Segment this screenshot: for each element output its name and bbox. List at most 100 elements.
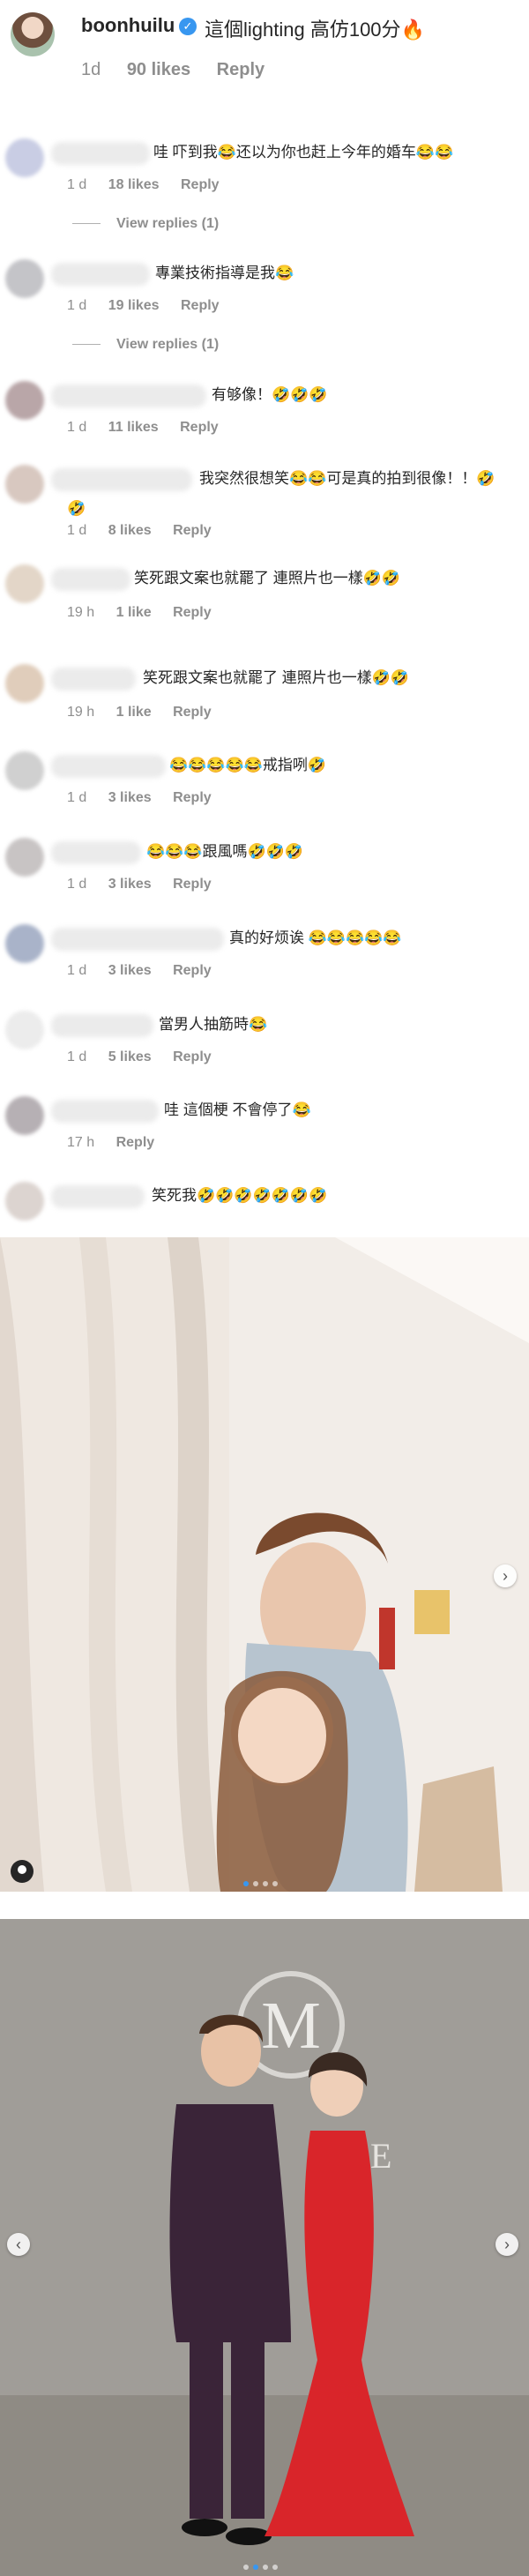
comment-meta: 1 d 8 likes Reply [67,523,229,539]
blurred-username [51,568,130,591]
comment-row: 笑死跟文案也就罷了 連照片也一樣🤣🤣 19 h 1 like Reply [0,664,529,728]
comment-meta: 1 d 19 likes Reply [67,298,237,314]
comment-text: 笑死跟文案也就罷了 連照片也一樣🤣🤣 [134,570,401,586]
comment-row: 笑死跟文案也就罷了 連照片也一樣🤣🤣 19 h 1 like Reply [0,564,529,628]
avatar[interactable] [5,838,44,877]
comment-text: 😂😂😂😂😂戒指咧🤣 [169,757,327,773]
blurred-username [51,755,166,778]
logo-letter-m: M [261,1989,321,2063]
comment-text: 😂😂😂跟風嗎🤣🤣🤣 [146,843,304,860]
reply-button[interactable]: Reply [217,60,264,79]
chevron-right-icon[interactable]: › [495,2233,518,2256]
avatar[interactable] [5,1182,44,1221]
comment-text: 有够像！🤣🤣🤣 [212,386,328,403]
reply-button[interactable]: Reply [181,177,220,192]
comment-row: 我突然很想笑😂😂可是真的拍到很像！！🤣 🤣 1 d 8 likes Reply [0,465,529,544]
blurred-username [51,668,136,691]
comment-row: 😂😂😂😂😂戒指咧🤣 1 d 3 likes Reply [0,751,529,813]
comment-row: 哇 這個梗 不會停了😂 17 h Reply [0,1096,529,1158]
couple-curtain-photo [0,1237,529,1892]
carousel-dots [243,2565,278,2570]
chevron-left-icon[interactable]: ‹ [7,2233,30,2256]
comment-time: 1 d [67,177,87,192]
reply-button[interactable]: Reply [116,1135,155,1150]
blurred-username [51,1100,159,1123]
reply-button[interactable]: Reply [173,523,212,538]
comment-text: 哇 吓到我😂还以为你也赶上今年的婚车😂😂 [153,144,454,161]
comment-time: 1 d [67,298,87,313]
comment-likes[interactable]: 3 likes [108,877,152,892]
reply-button[interactable]: Reply [181,298,220,313]
comment-time: 1 d [67,877,87,892]
logo-side-letter: E [370,2136,391,2176]
comment-row: 哇 吓到我😂还以为你也赶上今年的婚车😂😂 1 d 18 likes Reply … [0,138,529,235]
comment-time: 1 d [67,1049,87,1064]
avatar[interactable] [5,564,44,603]
avatar[interactable] [5,751,44,790]
comment-meta: 1d 90 likes Reply [81,60,286,80]
view-replies-button[interactable]: View replies (1) [72,216,219,232]
reply-button[interactable]: Reply [173,963,212,978]
comment-meta: 1 d 3 likes Reply [67,877,229,892]
avatar[interactable] [5,465,44,504]
avatar[interactable] [5,1096,44,1135]
comment-meta: 1 d 5 likes Reply [67,1049,229,1065]
comment-text: 這個lighting 高仿100分🔥 [205,19,425,41]
comment-time: 1 d [67,420,87,435]
reply-button[interactable]: Reply [173,605,212,620]
comment-likes[interactable]: 11 likes [108,420,159,435]
comment-likes[interactable]: 19 likes [108,298,160,313]
blurred-username [51,468,192,491]
comment-likes[interactable]: 90 likes [127,60,190,79]
verified-badge-icon: ✓ [179,18,197,35]
avatar[interactable] [5,924,44,963]
post-photo-1[interactable]: › [0,1237,529,1892]
comment-row: 😂😂😂跟風嗎🤣🤣🤣 1 d 3 likes Reply [0,838,529,900]
reply-button[interactable]: Reply [173,705,212,720]
comment-time: 19 h [67,605,95,620]
comment-row: 笑死我🤣🤣🤣🤣🤣🤣🤣 [0,1182,529,1226]
comment-likes[interactable]: 3 likes [108,790,152,805]
comment-text: 當男人抽筋時😂 [159,1016,268,1033]
reply-button[interactable]: Reply [173,1049,212,1064]
comment-time: 1 d [67,963,87,978]
post-photo-2[interactable]: M E ‹ › [0,1919,529,2576]
comment-text: 我突然很想笑😂😂可是真的拍到很像！！🤣 [199,470,495,487]
avatar[interactable] [5,259,44,298]
avatar[interactable] [11,12,55,56]
blurred-username [51,928,224,951]
comment-text: 笑死我🤣🤣🤣🤣🤣🤣🤣 [152,1187,328,1204]
view-replies-button[interactable]: View replies (1) [72,337,219,353]
avatar[interactable] [5,1011,44,1049]
chevron-right-icon[interactable]: › [494,1564,517,1587]
comment-likes[interactable]: 1 like [116,705,152,720]
comment-time: 17 h [67,1135,95,1150]
comment-likes[interactable]: 5 likes [108,1049,152,1064]
comment-text: 專業技術指導是我😂 [155,265,294,281]
comment-likes[interactable]: 8 likes [108,523,152,538]
comment-meta: 1 d 3 likes Reply [67,963,229,979]
comment-likes[interactable]: 18 likes [108,177,160,192]
carousel-dots [243,1881,278,1886]
avatar[interactable] [5,381,44,420]
comment-meta: 19 h 1 like Reply [67,605,229,621]
comment-time: 19 h [67,705,95,720]
username[interactable]: boonhuilu [81,14,175,37]
reply-button[interactable]: Reply [173,877,212,892]
post-comment: boonhuilu ✓ 這個lighting 高仿100分🔥 1d 90 lik… [0,0,529,88]
comment-meta: 1 d 3 likes Reply [67,790,229,806]
reply-button[interactable]: Reply [180,420,219,435]
avatar[interactable] [5,664,44,703]
comment-time: 1 d [67,790,87,805]
comment-meta: 19 h 1 like Reply [67,705,229,721]
comment-time: 1 d [67,523,87,538]
comment-likes[interactable]: 3 likes [108,963,152,978]
reply-button[interactable]: Reply [173,790,212,805]
comment-time: 1d [81,60,101,79]
user-tag-icon[interactable] [11,1860,34,1883]
avatar[interactable] [5,138,44,177]
blurred-username [51,1185,145,1208]
blurred-username [51,385,206,407]
blurred-username [51,263,150,286]
comment-likes[interactable]: 1 like [116,605,152,620]
